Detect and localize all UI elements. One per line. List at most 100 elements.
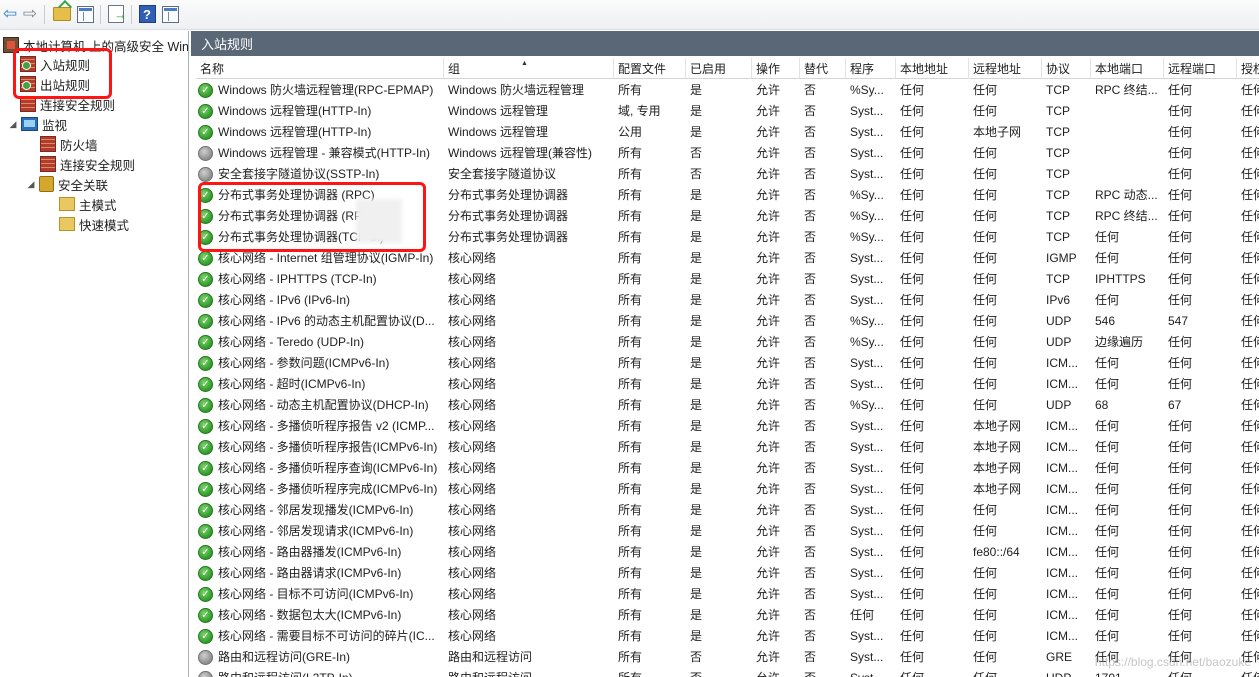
back-button[interactable]: ⇦ (0, 3, 20, 25)
cell-local-address: 任何 (900, 629, 925, 643)
table-row[interactable]: ✓ 核心网络 - 路由器请求(ICMPv6-In) 核心网络 所有是允许否 Syst..… (196, 563, 1259, 584)
column-header-group[interactable]: 组 (444, 58, 614, 79)
up-folder-button[interactable] (51, 3, 73, 25)
show-hide-console-tree-button[interactable] (74, 3, 96, 25)
column-header-action[interactable]: 操作 (752, 58, 800, 79)
cell-action: 允许 (756, 545, 781, 559)
cell-program: Syst... (850, 587, 884, 601)
table-row[interactable]: ✓ 核心网络 - 多播侦听程序报告(ICMPv6-In) 核心网络 所有是允许否 Sys… (196, 437, 1259, 458)
cell-group: 核心网络 (448, 629, 497, 643)
column-header-program[interactable]: 程序 (846, 58, 896, 79)
table-row[interactable]: ✓ 核心网络 - 数据包太大(ICMPv6-In) 核心网络 所有是允许否任何 任何 任何… (196, 605, 1259, 626)
help-button[interactable]: ? (136, 3, 158, 25)
cell-enabled: 是 (690, 440, 703, 454)
forward-button[interactable]: ⇨ (20, 3, 40, 25)
column-header-remote-port[interactable]: 远程端口 (1164, 58, 1237, 79)
column-header-profile[interactable]: 配置文件 (614, 58, 686, 79)
rules-list[interactable]: ✓ Windows 防火墙远程管理(RPC-EPMAP) Windows 防火墙远程… (196, 80, 1259, 677)
cell-local-port: 68 (1095, 398, 1109, 412)
cell-protocol: TCP (1046, 125, 1070, 139)
folder-icon (59, 197, 75, 211)
table-row[interactable]: ✓ 核心网络 - 路由器播发(ICMPv6-In) 核心网络 所有是允许否 Syst..… (196, 542, 1259, 563)
column-header-remote-address[interactable]: 远程地址 (969, 58, 1042, 79)
table-row[interactable]: ✓ Windows 远程管理(HTTP-In) Windows 远程管理 域, 专用是… (196, 101, 1259, 122)
cell-group: 核心网络 (448, 377, 497, 391)
table-row[interactable]: ✓ Windows 防火墙远程管理(RPC-EPMAP) Windows 防火墙远程… (196, 80, 1259, 101)
panel-title-bar: 入站规则 (191, 31, 1259, 56)
column-header-name[interactable]: 名称 (196, 58, 444, 79)
tree-item-quick-mode[interactable]: 快速模式 (59, 214, 129, 234)
column-header-local-address[interactable]: 本地地址 (896, 58, 969, 79)
cell-profile: 所有 (618, 230, 643, 244)
tree-item-main-mode[interactable]: 主模式 (59, 194, 117, 214)
cell-local-port: IPHTTPS (1095, 272, 1146, 286)
table-row[interactable]: 路由和远程访问(L2TP-In)路由和远程访问所有否允许否Syst...任何任何… (196, 668, 1259, 677)
table-row[interactable]: ✓ 核心网络 - 多播侦听程序查询(ICMPv6-In) 核心网络 所有是允许否 Sys… (196, 458, 1259, 479)
table-row[interactable]: ✓ 核心网络 - 邻居发现播发(ICMPv6-In) 核心网络 所有是允许否 Syst.… (196, 500, 1259, 521)
cell-authorized: 任何 (1241, 146, 1259, 160)
cell-local-port: 1701 (1091, 668, 1164, 677)
table-row[interactable]: ✓ 核心网络 - 邻居发现请求(ICMPv6-In) 核心网络 所有是允许否 Syst.… (196, 521, 1259, 542)
column-header-protocol[interactable]: 协议 (1042, 58, 1091, 79)
table-row[interactable]: Windows 远程管理 - 兼容模式(HTTP-In) Windows 远程管理… (196, 143, 1259, 164)
cell-profile: 所有 (618, 461, 643, 475)
cell-local-port: 任何 (1095, 419, 1120, 433)
table-row[interactable]: ✓ Windows 远程管理(HTTP-In) Windows 远程管理 公用是允许否… (196, 122, 1259, 143)
cell-group: 核心网络 (448, 314, 497, 328)
cell-enabled: 是 (690, 503, 703, 517)
column-header-local-port[interactable]: 本地端口 (1091, 58, 1164, 79)
cell-local-address: 任何 (900, 293, 925, 307)
table-row[interactable]: ✓ 核心网络 - 目标不可访问(ICMPv6-In) 核心网络 所有是允许否 Syst.… (196, 584, 1259, 605)
cell-group: Windows 远程管理 (448, 125, 549, 139)
cell-profile: 所有 (618, 629, 643, 643)
tree-item-security-associations[interactable]: ◢ 安全关联 (26, 174, 108, 194)
cell-remote-address: 任何 (973, 167, 998, 181)
cell-group: 安全套接字隧道协议 (448, 167, 557, 181)
table-row[interactable]: ✓ 核心网络 - 多播侦听程序报告 v2 (ICMP... 核心网络 所有是允许否 Sy… (196, 416, 1259, 437)
column-header-override[interactable]: 替代 (800, 58, 846, 79)
table-row[interactable]: ✓ 核心网络 - IPv6 (IPv6-In) 核心网络 所有是允许否 Syst... 任… (196, 290, 1259, 311)
cell-local-port: 任何 (1095, 440, 1120, 454)
cell-protocol: TCP (1046, 188, 1070, 202)
tree-item-label: 主模式 (79, 198, 117, 213)
cell-enabled: 是 (690, 587, 703, 601)
table-row[interactable]: ✓ 核心网络 - IPv6 的动态主机配置协议(D... 核心网络 所有是允许否 %Sy… (196, 311, 1259, 332)
cell-program: Syst... (850, 524, 884, 538)
table-row[interactable]: ✓ 核心网络 - 超时(ICMPv6-In) 核心网络 所有是允许否 Syst... 任何… (196, 374, 1259, 395)
tree-item-monitor-connection-security[interactable]: 连接安全规则 (40, 154, 135, 174)
cell-profile: 所有 (618, 503, 643, 517)
cell-remote-address: 任何 (973, 566, 998, 580)
cell-action: 允许 (756, 482, 781, 496)
cell-group: 核心网络 (448, 440, 497, 454)
table-row[interactable]: ✓ 核心网络 - 参数问题(ICMPv6-In) 核心网络 所有是允许否 Syst...… (196, 353, 1259, 374)
collapse-icon[interactable]: ◢ (26, 179, 36, 190)
cell-remote-address: 任何 (973, 377, 998, 391)
table-row[interactable]: ✓ 核心网络 - IPHTTPS (TCP-In) 核心网络 所有是允许否 Syst..… (196, 269, 1259, 290)
table-row[interactable]: ✓ 核心网络 - 动态主机配置协议(DHCP-In) 核心网络 所有是允许否 %Sy..… (196, 395, 1259, 416)
column-header-enabled[interactable]: 已启用 (686, 58, 752, 79)
collapse-icon[interactable]: ◢ (8, 119, 18, 130)
table-row[interactable]: ✓ 核心网络 - 多播侦听程序完成(ICMPv6-In) 核心网络 所有是允许否 Sys… (196, 479, 1259, 500)
cell-remote-address: 本地子网 (973, 125, 1022, 139)
cell-authorized: 任何 (1241, 608, 1259, 622)
annotation-highlight (13, 48, 112, 99)
export-list-button[interactable] (105, 3, 127, 25)
table-row[interactable]: ✓ 核心网络 - Teredo (UDP-In) 核心网络 所有是允许否 %Sy... 任… (196, 332, 1259, 353)
cell-local-port: RPC 终结... (1095, 209, 1158, 223)
column-header-authorized[interactable]: 授权 (1237, 58, 1259, 79)
tree-item-monitor-firewall[interactable]: 防火墙 (40, 134, 98, 154)
cell-local-address: 任何 (900, 377, 925, 391)
cell-override: 否 (804, 293, 817, 307)
firewall-icon (40, 136, 56, 152)
cell-group: 路由和远程访问 (444, 668, 614, 677)
cell-local-port: RPC 终结... (1095, 83, 1158, 97)
tree-item-monitor[interactable]: ◢ 监视 (8, 114, 67, 134)
cell-action: 允许 (756, 125, 781, 139)
cell-program: Syst... (850, 461, 884, 475)
cell-local-port: 任何 (1095, 587, 1120, 601)
cell-local-address: 任何 (900, 461, 925, 475)
show-hide-action-pane-button[interactable] (159, 3, 181, 25)
cell-program: %Sy... (850, 209, 884, 223)
cell-enabled: 否 (686, 668, 752, 677)
table-row[interactable]: ✓ 核心网络 - 需要目标不可访问的碎片(IC... 核心网络 所有是允许否 Syst.… (196, 626, 1259, 647)
